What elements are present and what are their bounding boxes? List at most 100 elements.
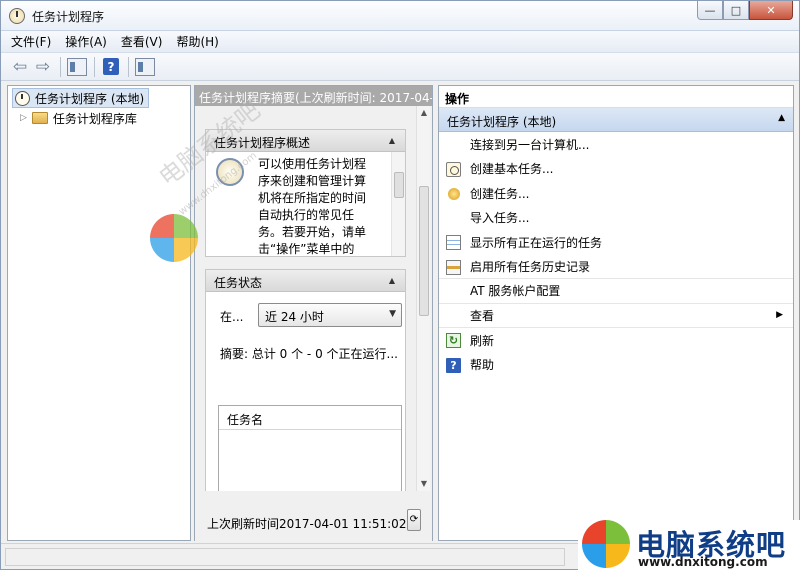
time-range-value: 近 24 小时	[265, 310, 324, 324]
back-button[interactable]: ⇦	[10, 57, 30, 77]
brand-url: www.dnxitong.com	[638, 555, 768, 569]
forward-arrow-icon: ⇨	[35, 56, 51, 77]
window-title: 任务计划程序	[32, 10, 105, 24]
last-refresh-time: 上次刷新时间2017-04-01 11:51:02	[207, 517, 407, 531]
task-status-section-header[interactable]: 任务状态 ▲	[206, 270, 405, 292]
overview-text: 可以使用任务计划程序来创建和管理计算机将在所指定的时间自动执行的常见任务。若要开…	[258, 157, 367, 256]
maximize-button[interactable]: □	[723, 1, 749, 20]
clock-icon	[15, 90, 30, 106]
minimize-button[interactable]: —	[697, 1, 723, 20]
action-label: 查看	[470, 308, 495, 323]
menu-action[interactable]: 操作(A)	[65, 33, 107, 50]
expand-arrow-icon[interactable]: ▷	[20, 113, 27, 123]
brand-logo-block: 电脑系统吧 www.dnxitong.com	[578, 520, 800, 570]
action-view[interactable]: 查看 ▶	[439, 304, 793, 328]
time-range-label: 在...	[220, 310, 244, 324]
running-tasks-icon	[446, 235, 461, 250]
close-button[interactable]: ✕	[749, 1, 793, 20]
action-enable-history[interactable]: 启用所有任务历史记录	[439, 255, 793, 279]
folder-icon	[31, 112, 48, 124]
actions-pane: 操作 任务计划程序 (本地) ▲ 连接到另一台计算机... 创建基本任务... …	[438, 85, 794, 541]
action-at-service-config[interactable]: AT 服务帐户配置	[439, 279, 793, 304]
collapse-up-icon[interactable]: ▲	[385, 274, 399, 287]
toolbar-separator	[94, 56, 95, 77]
scroll-thumb[interactable]	[394, 172, 404, 198]
actions-pane-title: 操作	[439, 86, 793, 108]
task-scheduler-clock-icon	[9, 8, 25, 24]
toolbar-separator	[128, 56, 129, 77]
forward-button[interactable]: ⇨	[33, 57, 53, 77]
overview-title: 任务计划程序概述	[214, 136, 311, 150]
refresh-summary-button[interactable]: ⟳	[407, 509, 421, 531]
collapse-up-icon[interactable]: ▲	[778, 113, 785, 123]
menu-help[interactable]: 帮助(H)	[176, 33, 218, 50]
caption-buttons: — □ ✕	[697, 1, 793, 20]
summary-panel: 任务计划程序摘要(上次刷新时间: 2017-04-01 11:51:02) 任务…	[194, 85, 433, 541]
actions-group-label: 任务计划程序 (本地)	[447, 115, 557, 129]
task-status-section: 任务状态 ▲ 在... 近 24 小时 ▼ 摘要: 总计 0 个 - 0 个正在…	[205, 269, 406, 491]
collapse-up-icon[interactable]: ▲	[385, 134, 399, 147]
scheduler-overview-icon	[216, 158, 244, 186]
action-create-basic-task[interactable]: 创建基本任务...	[439, 157, 793, 182]
scroll-up-icon[interactable]: ▲	[417, 106, 431, 120]
menu-view[interactable]: 查看(V)	[121, 33, 163, 50]
tree-item-task-scheduler-local[interactable]: 任务计划程序 (本地)	[12, 88, 150, 108]
dropdown-arrow-icon: ▼	[389, 309, 396, 319]
task-name-column-header[interactable]: 任务名	[219, 406, 401, 430]
refresh-icon: ⟳	[409, 514, 419, 525]
help-icon: ?	[446, 357, 461, 373]
action-label: 连接到另一台计算机...	[470, 137, 590, 152]
summary-content: 任务计划程序概述 ▲ 可以使用任务计划程序来创建和管理计算机将在所指定的时间自动…	[195, 106, 432, 491]
show-hide-console-tree-button[interactable]	[67, 57, 87, 77]
action-import-task[interactable]: 导入任务...	[439, 206, 793, 231]
summary-header: 任务计划程序摘要(上次刷新时间: 2017-04-01 11:51:02)	[195, 86, 432, 106]
refresh-icon: ↻	[446, 333, 461, 348]
action-label: 创建任务...	[470, 186, 530, 201]
action-label: 创建基本任务...	[470, 162, 554, 177]
task-status-title: 任务状态	[214, 276, 263, 290]
action-label: 刷新	[470, 333, 495, 348]
tree-item-task-scheduler-library[interactable]: ▷ 任务计划程序库	[20, 108, 137, 128]
action-label: 帮助	[470, 358, 495, 373]
help-button[interactable]: ?	[101, 57, 121, 77]
watermark-logo-icon	[150, 214, 198, 262]
scroll-thumb[interactable]	[419, 186, 429, 316]
action-connect-computer[interactable]: 连接到另一台计算机...	[439, 132, 793, 157]
action-label: 显示所有正在运行的任务	[470, 235, 603, 250]
console-tree: 任务计划程序 (本地) ▷ 任务计划程序库	[7, 85, 191, 541]
summary-footer: 上次刷新时间2017-04-01 11:51:02 ⟳	[195, 491, 432, 541]
action-pane-icon	[135, 57, 155, 76]
menu-bar: 文件(F) 操作(A) 查看(V) 帮助(H)	[1, 31, 799, 53]
menu-file[interactable]: 文件(F)	[11, 33, 51, 50]
console-tree-icon	[67, 57, 87, 76]
action-create-task[interactable]: 创建任务...	[439, 181, 793, 206]
submenu-arrow-icon: ▶	[776, 309, 783, 320]
overview-scrollbar[interactable]	[391, 152, 405, 256]
help-icon: ?	[103, 58, 119, 75]
overview-body: 可以使用任务计划程序来创建和管理计算机将在所指定的时间自动执行的常见任务。若要开…	[206, 152, 405, 256]
toolbar: ⇦ ⇨ ?	[1, 53, 799, 81]
history-icon	[446, 259, 461, 275]
tree-item-label: 任务计划程序 (本地)	[35, 91, 145, 106]
overview-section-header[interactable]: 任务计划程序概述 ▲	[206, 130, 405, 152]
action-help[interactable]: ? 帮助	[439, 353, 793, 378]
actions-group-header[interactable]: 任务计划程序 (本地) ▲	[439, 108, 793, 132]
time-range-select[interactable]: 近 24 小时 ▼	[258, 303, 402, 327]
task-list[interactable]: 任务名	[218, 405, 402, 491]
action-label: 导入任务...	[470, 211, 530, 226]
summary-scrollbar[interactable]: ▲ ▼	[416, 106, 430, 491]
tree-item-label: 任务计划程序库	[52, 111, 137, 126]
task-status-body: 在... 近 24 小时 ▼ 摘要: 总计 0 个 - 0 个正在运行... 任…	[206, 292, 405, 491]
windows-style-logo-icon	[582, 520, 630, 568]
action-label: AT 服务帐户配置	[470, 284, 561, 299]
show-hide-action-pane-button[interactable]	[135, 57, 155, 77]
back-arrow-icon: ⇦	[12, 56, 28, 77]
create-basic-task-icon	[446, 161, 461, 177]
action-show-running-tasks[interactable]: 显示所有正在运行的任务	[439, 230, 793, 255]
toolbar-separator	[60, 56, 61, 77]
title-bar: 任务计划程序 — □ ✕	[1, 1, 799, 31]
action-refresh[interactable]: ↻ 刷新	[439, 328, 793, 353]
create-task-icon	[448, 188, 460, 200]
action-label: 启用所有任务历史记录	[470, 259, 591, 274]
scroll-down-icon[interactable]: ▼	[417, 477, 431, 491]
